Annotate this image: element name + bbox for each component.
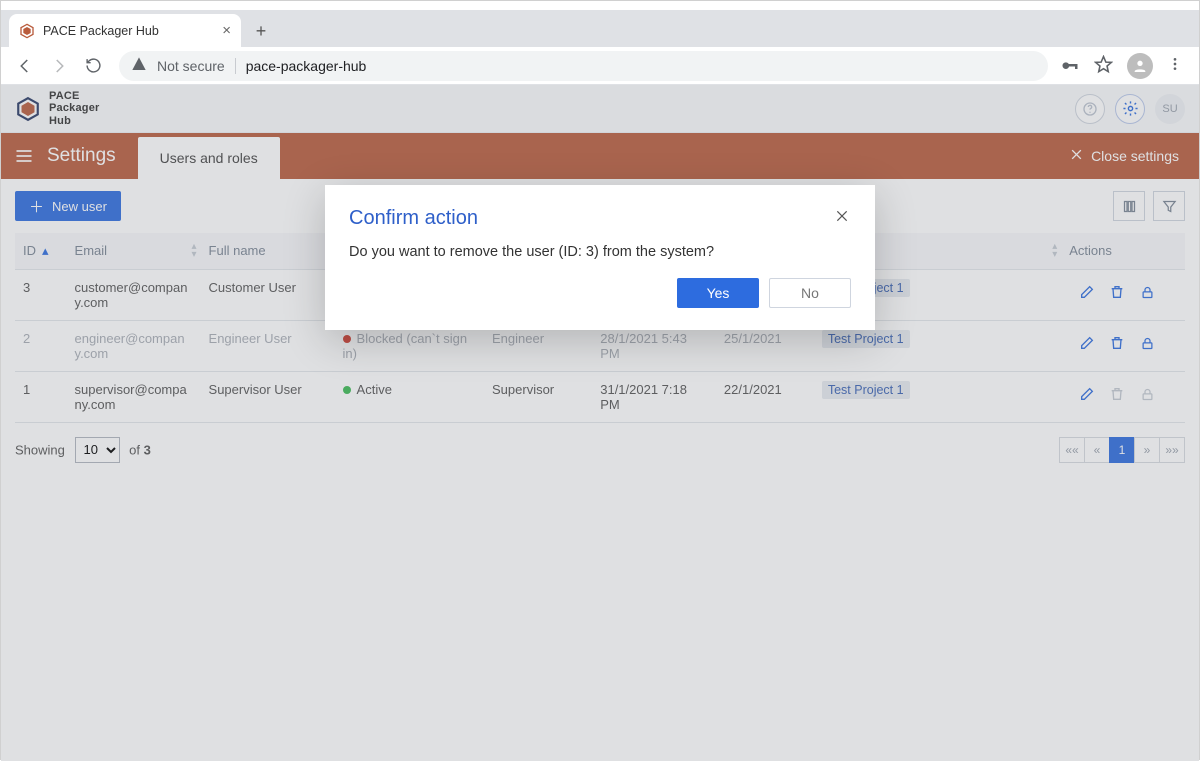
confirm-dialog: Confirm action Do you want to remove the… (325, 185, 875, 330)
confirm-no-button[interactable]: No (769, 278, 851, 308)
browser-tab[interactable]: PACE Packager Hub × (9, 14, 241, 47)
nav-forward-button[interactable] (45, 52, 73, 80)
star-icon[interactable] (1094, 55, 1113, 77)
browser-toolbar: Not secure pace-packager-hub (1, 47, 1199, 85)
dialog-close-button[interactable] (833, 207, 851, 228)
favicon-icon (19, 23, 35, 39)
browser-tab-close-icon[interactable]: × (222, 23, 231, 38)
address-bar[interactable]: Not secure pace-packager-hub (119, 51, 1048, 81)
nav-reload-button[interactable] (79, 52, 107, 80)
omnibox-divider (235, 58, 236, 74)
browser-tab-strip: PACE Packager Hub × + (1, 10, 1199, 47)
confirm-yes-button[interactable]: Yes (677, 278, 759, 308)
url-text: pace-packager-hub (246, 58, 367, 74)
dialog-title: Confirm action (349, 207, 478, 230)
profile-avatar[interactable] (1127, 53, 1153, 79)
key-icon[interactable] (1060, 54, 1080, 77)
security-warning-icon (131, 56, 147, 75)
security-label: Not secure (157, 58, 225, 74)
browser-tab-title: PACE Packager Hub (43, 24, 214, 38)
new-tab-button[interactable]: + (247, 17, 275, 45)
kebab-menu-icon[interactable] (1167, 56, 1183, 75)
dialog-message: Do you want to remove the user (ID: 3) f… (325, 238, 875, 278)
nav-back-button[interactable] (11, 52, 39, 80)
